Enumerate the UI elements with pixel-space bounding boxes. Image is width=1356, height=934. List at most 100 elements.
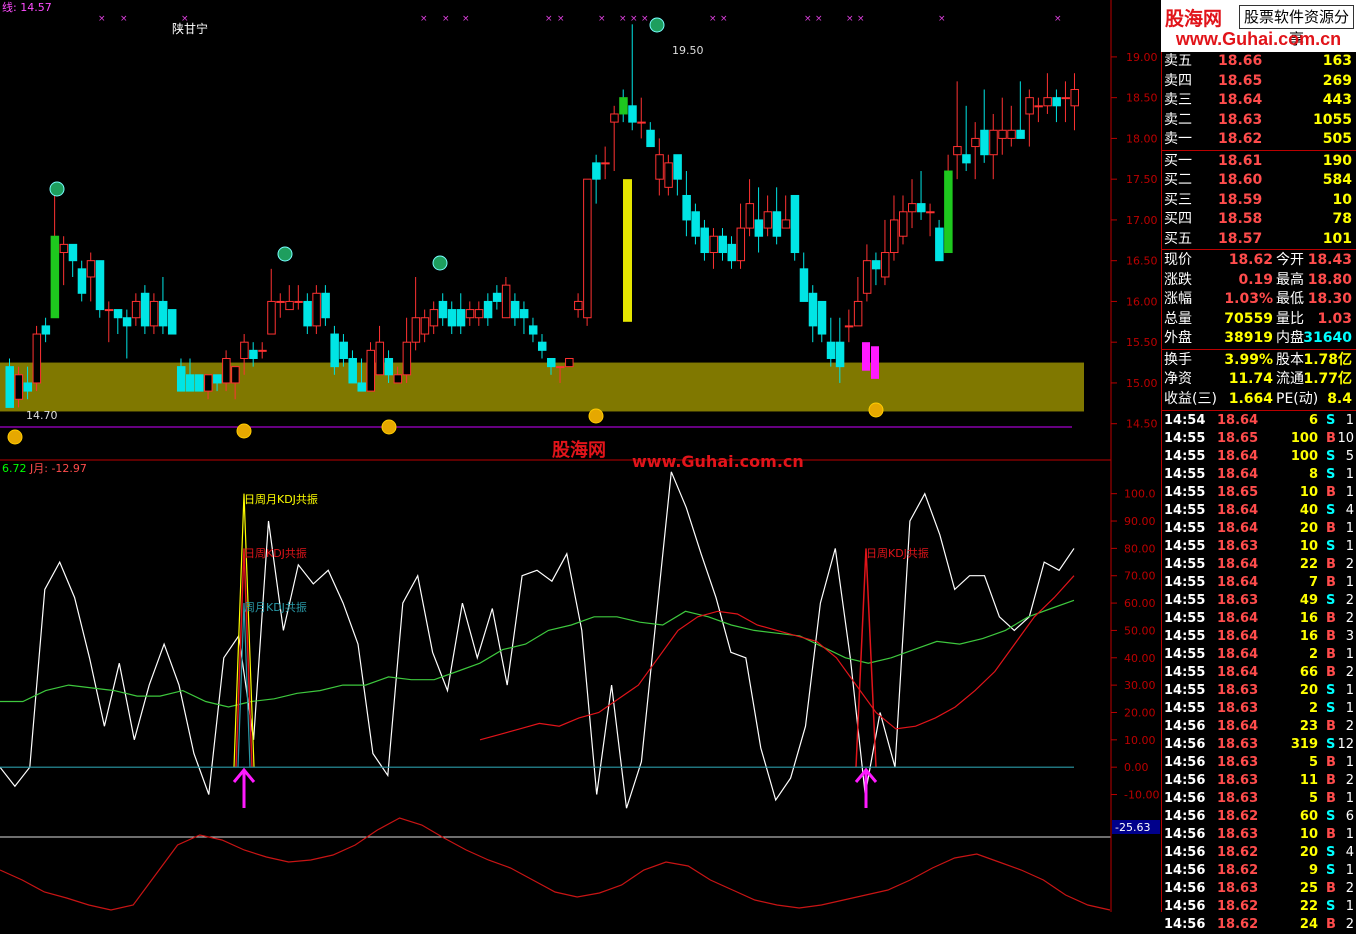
candle-body bbox=[411, 317, 421, 343]
candle-body bbox=[384, 357, 394, 376]
candle-body bbox=[844, 325, 854, 328]
candle-body bbox=[574, 300, 583, 311]
stat-value: 8.4 bbox=[1327, 390, 1352, 407]
tick-time: 14:55 bbox=[1164, 683, 1206, 698]
tick-side: B bbox=[1326, 917, 1336, 932]
quote-price: 18.62 bbox=[1218, 131, 1263, 147]
tick-price: 18.63 bbox=[1217, 683, 1259, 698]
price-tick-label: 18.00 bbox=[1126, 132, 1158, 145]
tick-row: 14:55 18.64 16 B 3 bbox=[1161, 628, 1356, 646]
highlight-bar bbox=[871, 346, 879, 379]
tick-count: 6 bbox=[1345, 809, 1354, 824]
candle-body bbox=[267, 300, 276, 335]
site-logo[interactable]: 股海网 股票软件资源分享 www.Guhai.com.cn bbox=[1161, 0, 1356, 52]
candle-body bbox=[77, 268, 87, 294]
tick-row: 14:56 18.63 11 B 2 bbox=[1161, 772, 1356, 790]
k-line bbox=[479, 575, 1075, 741]
tick-row: 14:55 18.64 20 B 1 bbox=[1161, 520, 1356, 538]
candle-body bbox=[86, 260, 96, 278]
up-marker bbox=[236, 423, 252, 439]
tick-price: 18.62 bbox=[1217, 863, 1259, 878]
tick-price: 18.65 bbox=[1217, 431, 1259, 446]
quote-label: 卖四 bbox=[1164, 72, 1192, 89]
candle-body bbox=[953, 146, 962, 156]
price-tick-label: 14.50 bbox=[1126, 418, 1158, 431]
candle-body bbox=[357, 382, 366, 392]
quote-volume: 505 bbox=[1322, 131, 1352, 147]
candle-body bbox=[149, 300, 159, 327]
tick-row: 14:55 18.64 16 B 2 bbox=[1161, 610, 1356, 628]
quote-volume: 584 bbox=[1322, 172, 1352, 188]
panel-row: 买四 18.58 78 bbox=[1161, 210, 1356, 229]
tick-volume: 100 bbox=[1290, 431, 1318, 446]
candle-body bbox=[727, 243, 737, 262]
cross-marker: × bbox=[857, 14, 865, 24]
stat-label: 股本 bbox=[1276, 351, 1304, 368]
tick-time: 14:55 bbox=[1164, 647, 1206, 662]
tick-row: 14:55 18.64 66 B 2 bbox=[1161, 664, 1356, 682]
tick-row: 14:56 18.62 60 S 6 bbox=[1161, 808, 1356, 826]
up-marker bbox=[588, 408, 604, 424]
divider bbox=[1161, 249, 1356, 250]
candle-body bbox=[429, 309, 439, 327]
kdj-tick-label: 10.00 bbox=[1124, 734, 1156, 747]
stat-value: 1.78亿 bbox=[1303, 351, 1352, 368]
candle-body bbox=[880, 252, 890, 278]
candle-body bbox=[889, 219, 899, 254]
panel-row: 卖一 18.62 505 bbox=[1161, 130, 1356, 149]
candle-body bbox=[5, 366, 14, 408]
panel-row: 换手 3.99% 股本 1.78亿 bbox=[1161, 351, 1356, 370]
tick-count: 1 bbox=[1345, 485, 1354, 500]
candle-body bbox=[691, 211, 700, 237]
panel-row: 买五 18.57 101 bbox=[1161, 230, 1356, 249]
stat-label: 涨幅 bbox=[1164, 291, 1192, 307]
tick-volume: 9 bbox=[1308, 863, 1318, 878]
tick-row: 14:56 18.62 20 S 4 bbox=[1161, 844, 1356, 862]
tick-price: 18.64 bbox=[1217, 665, 1259, 680]
tick-volume: 10 bbox=[1299, 827, 1318, 842]
candle-body bbox=[935, 227, 944, 262]
tick-time: 14:56 bbox=[1164, 845, 1206, 860]
stat-label: 量比 bbox=[1276, 310, 1304, 327]
tick-volume: 319 bbox=[1290, 737, 1318, 752]
stat-label: 换手 bbox=[1164, 351, 1192, 368]
tick-count: 2 bbox=[1345, 773, 1354, 788]
stock-name: 陕甘宁 bbox=[172, 21, 208, 36]
kdj-tick-label: 60.00 bbox=[1124, 597, 1156, 610]
tick-side: S bbox=[1326, 593, 1336, 608]
tick-count: 1 bbox=[1345, 575, 1354, 590]
price-tick-label: 18.50 bbox=[1126, 92, 1158, 105]
stock-chart[interactable]: × × × × × × × × × × × × × × × × × × × × 100.090.0080.0070.0… bbox=[0, 0, 1356, 912]
highlight-bar bbox=[862, 342, 870, 371]
candle-body bbox=[213, 374, 222, 384]
watermark-cn: 股海网 bbox=[551, 439, 606, 461]
tick-volume: 66 bbox=[1299, 665, 1318, 680]
tick-row: 14:55 18.64 22 B 2 bbox=[1161, 556, 1356, 574]
tick-price: 18.63 bbox=[1217, 701, 1259, 716]
cross-marker: × bbox=[709, 14, 717, 24]
tick-count: 4 bbox=[1345, 503, 1354, 518]
panel-row: 收益(三) 1.664 PE(动) 8.4 bbox=[1161, 390, 1356, 409]
candle-body bbox=[375, 341, 385, 376]
tick-volume: 20 bbox=[1299, 683, 1318, 698]
candle-body bbox=[673, 154, 682, 180]
stat-value: 18.62 bbox=[1228, 252, 1273, 268]
divider bbox=[1161, 348, 1356, 350]
panel-row: 卖四 18.65 269 bbox=[1161, 72, 1356, 91]
stat-value: 1.77亿 bbox=[1303, 371, 1352, 387]
tick-volume: 2 bbox=[1308, 701, 1318, 716]
tick-count: 12 bbox=[1337, 737, 1354, 752]
tick-time: 14:56 bbox=[1164, 755, 1206, 770]
price-tick-label: 17.00 bbox=[1126, 214, 1158, 227]
stat-label: PE(动) bbox=[1276, 390, 1319, 407]
stat-label: 内盘 bbox=[1276, 330, 1304, 346]
tick-count: 3 bbox=[1345, 629, 1354, 644]
stat-value: 18.30 bbox=[1307, 291, 1352, 307]
divider bbox=[1161, 410, 1356, 411]
tick-count: 1 bbox=[1345, 647, 1354, 662]
panel-row: 买一 18.61 190 bbox=[1161, 152, 1356, 171]
tick-row: 14:55 18.64 7 B 1 bbox=[1161, 574, 1356, 592]
candle-body bbox=[835, 341, 845, 368]
candle-body bbox=[1016, 129, 1025, 139]
stat-label: 今开 bbox=[1276, 252, 1304, 268]
